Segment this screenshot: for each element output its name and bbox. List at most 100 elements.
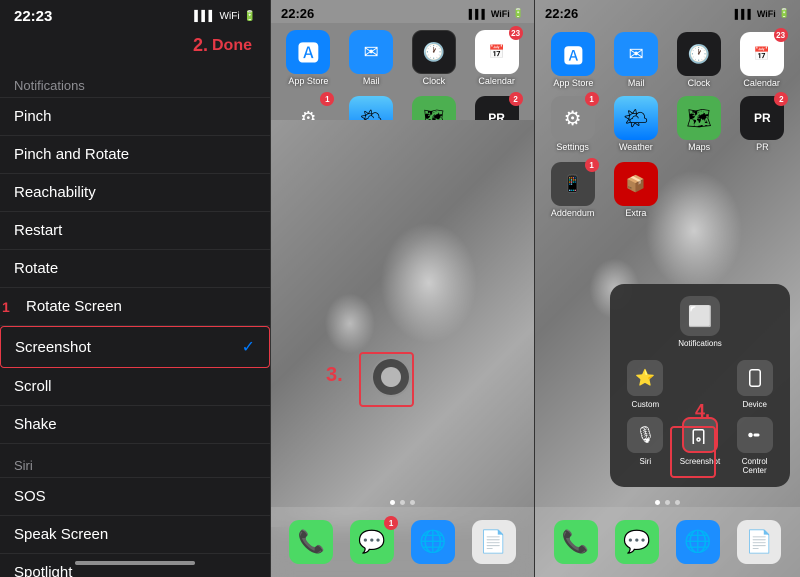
menu-item-shake[interactable]: Shake (0, 406, 270, 444)
right-panel: 22:26 ▌▌▌ WiFi 🔋 🅰 App Store ✉ Mail 🕐 Cl… (535, 0, 800, 577)
bw-photo-area (271, 120, 534, 527)
siri-label: Siri (640, 457, 652, 466)
app-icon-appstore[interactable]: 🅰 App Store (279, 30, 338, 86)
assistive-touch-button[interactable] (371, 357, 411, 397)
assistive-touch-inner (381, 367, 401, 387)
menu-cell-siri[interactable]: 🎙 Siri (622, 417, 669, 475)
r-dock-notes[interactable]: 📄 (737, 520, 781, 564)
middle-status-icons: ▌▌▌ WiFi 🔋 (469, 8, 524, 19)
r-dock-phone[interactable]: 📞 (554, 520, 598, 564)
r-maps-label: Maps (688, 142, 710, 152)
menu-item-pinch-rotate[interactable]: Pinch and Rotate (0, 136, 270, 174)
notification-icon: ⬜ (688, 304, 713, 329)
r-addendum-label: Addendum (551, 208, 595, 218)
messages-icon: 💬 (358, 529, 385, 555)
dock-notes[interactable]: 📄 (472, 520, 516, 564)
screenshot-menu-redbox (670, 426, 716, 478)
menu-item-rotate-screen[interactable]: 1 Rotate Screen (0, 288, 270, 326)
middle-time: 22:26 (281, 6, 314, 21)
right-app-appstore[interactable]: 🅰 App Store (545, 32, 602, 88)
middle-status-bar: 22:26 ▌▌▌ WiFi 🔋 (271, 0, 534, 23)
app-icon-mail[interactable]: ✉ Mail (342, 30, 401, 86)
right-app-settings[interactable]: ⚙1 Settings (543, 96, 602, 152)
battery-right-icon: 🔋 (779, 8, 790, 19)
r-calendar-icon: 📅 (754, 46, 770, 62)
siri-icon: 🎙 (627, 417, 663, 453)
r-pr-badge: 2 (774, 92, 788, 106)
right-time: 22:26 (545, 6, 578, 21)
right-app-calendar[interactable]: 📅 23 Calendar (733, 32, 790, 88)
menu-cell-device[interactable]: Device (731, 360, 778, 409)
right-status-bar: 22:26 ▌▌▌ WiFi 🔋 (535, 0, 800, 23)
right-app-grid-row3: 📱1 Addendum 📦 Extra (535, 156, 800, 224)
clock-icon: 🕐 (423, 42, 445, 63)
wifi-mid-icon: WiFi (491, 9, 510, 19)
right-app-clock[interactable]: 🕐 Clock (671, 32, 728, 88)
dock-phone[interactable]: 📞 (289, 520, 333, 564)
menu-item-spotlight[interactable]: Spotlight (0, 554, 270, 577)
menu-item-restart[interactable]: Restart (0, 212, 270, 250)
r-calendar-label: Calendar (743, 78, 780, 88)
r-maps-icon: 🗺 (686, 106, 711, 131)
menu-item-scroll[interactable]: Scroll (0, 368, 270, 406)
menu-item-screenshot[interactable]: Screenshot ✓ (0, 326, 270, 368)
right-page-dots (535, 500, 800, 505)
dot-3 (410, 500, 415, 505)
menu-item-reachability[interactable]: Reachability (0, 174, 270, 212)
dock-messages[interactable]: 💬 1 (350, 520, 394, 564)
appstore-icon: 🅰 (297, 36, 319, 68)
dot-2 (400, 500, 405, 505)
menu-item-pinch[interactable]: Pinch (0, 98, 270, 136)
control-center-label: Control Center (731, 457, 778, 475)
mail-label: Mail (363, 76, 380, 86)
right-app-pr[interactable]: PR 2 PR (733, 96, 792, 152)
right-app-extra[interactable]: 📦 Extra (606, 162, 665, 218)
done-button[interactable]: Done (212, 37, 252, 55)
r-extra-label: Extra (625, 208, 646, 218)
right-app-mail[interactable]: ✉ Mail (608, 32, 665, 88)
r-messages-icon: 💬 (623, 529, 650, 555)
menu-item-rotate[interactable]: Rotate (0, 250, 270, 288)
r-weather-label: Weather (619, 142, 653, 152)
r-pr-label: PR (756, 142, 769, 152)
app-grid-row1: 🅰 App Store ✉ Mail 🕐 Clock 📅 23 (271, 24, 534, 92)
right-app-addendum[interactable]: 📱1 Addendum (543, 162, 602, 218)
menu-cell-control-center[interactable]: Control Center (731, 417, 778, 475)
calendar-badge: 23 (509, 26, 523, 40)
r-settings-label: Settings (556, 142, 589, 152)
menu-item-speak-screen[interactable]: Speak Screen (0, 516, 270, 554)
app-icon-clock[interactable]: 🕐 Clock (405, 30, 464, 86)
r-dot-2 (665, 500, 670, 505)
app-icon-calendar[interactable]: 📅 23 Calendar (467, 30, 526, 86)
middle-panel: 22:26 ▌▌▌ WiFi 🔋 🅰 App Store ✉ Mail (270, 0, 535, 577)
menu-cell-custom[interactable]: ⭐ Custom (622, 360, 669, 409)
right-app-weather[interactable]: 🌤 Weather (606, 96, 665, 152)
section-siri: Siri (0, 444, 270, 478)
right-app-maps[interactable]: 🗺 Maps (670, 96, 729, 152)
page-dots (271, 500, 534, 505)
notifications-menu-label: Notifications (678, 339, 722, 348)
mail-icon: ✉ (364, 42, 379, 63)
left-panel: 22:23 ▌▌▌ WiFi 🔋 2. Done Notifications P… (0, 0, 270, 577)
right-phone-bg: 22:26 ▌▌▌ WiFi 🔋 🅰 App Store ✉ Mail 🕐 Cl… (535, 0, 800, 577)
left-status-area: ▌▌▌ WiFi 🔋 (194, 11, 256, 22)
right-dock: 📞 💬 🌐 📄 (535, 507, 800, 577)
custom-icon: ⭐ (627, 360, 663, 396)
r-appstore-label: App Store (553, 78, 593, 88)
pr-badge: 2 (509, 92, 523, 106)
dock-safari[interactable]: 🌐 (411, 520, 455, 564)
wifi-icon: WiFi (220, 11, 240, 22)
menu-item-sos[interactable]: SOS (0, 478, 270, 516)
r-dot-1 (655, 500, 660, 505)
r-mail-label: Mail (628, 78, 645, 88)
clock-label: Clock (423, 76, 446, 86)
step3-label: 3. (326, 364, 343, 387)
custom-label: Custom (632, 400, 660, 409)
middle-dock: 📞 💬 1 🌐 📄 (271, 507, 534, 577)
right-status-icons: ▌▌▌ WiFi 🔋 (735, 8, 790, 19)
r-clock-icon: 🕐 (688, 44, 710, 65)
r-dock-messages[interactable]: 💬 (615, 520, 659, 564)
messages-badge: 1 (384, 516, 398, 530)
r-dock-safari[interactable]: 🌐 (676, 520, 720, 564)
notifications-menu-icon[interactable]: ⬜ (680, 296, 720, 336)
